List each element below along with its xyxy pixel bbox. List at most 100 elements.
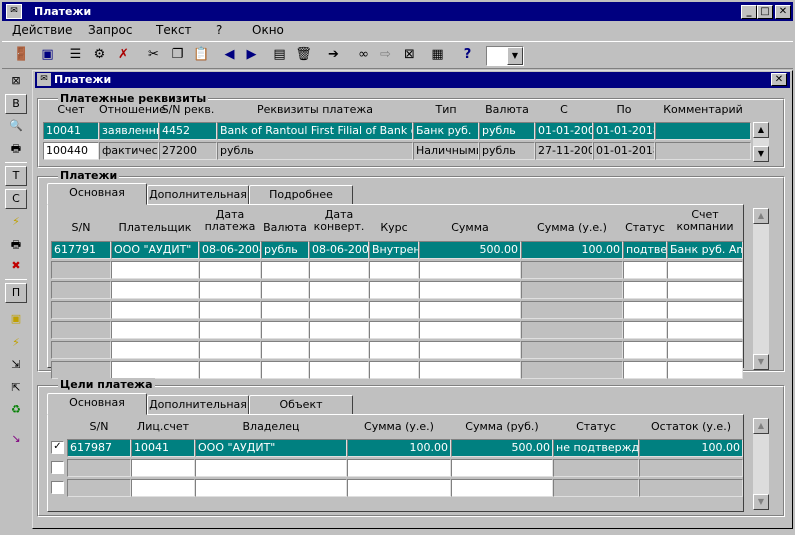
req-cell[interactable]: 100440	[43, 142, 99, 160]
empty-cell[interactable]	[419, 301, 521, 319]
scroll-up-icon[interactable]: ▲	[753, 418, 769, 434]
empty-cell[interactable]	[369, 341, 419, 359]
empty-cell[interactable]	[419, 261, 521, 279]
tab-purposes-extra[interactable]: Дополнительная	[147, 395, 249, 415]
empty-cell[interactable]	[623, 301, 667, 319]
empty-cell[interactable]	[419, 281, 521, 299]
app-icon[interactable]: ✉	[6, 4, 22, 19]
pay-cell[interactable]: Внутренн	[369, 241, 419, 259]
lightning-icon[interactable]: ⚡	[5, 213, 27, 233]
pay-cell[interactable]: 08-06-2004	[309, 241, 369, 259]
tab-purposes-main[interactable]: Основная	[47, 393, 147, 415]
import-icon[interactable]: ⇱	[5, 379, 27, 399]
empty-cell[interactable]	[369, 281, 419, 299]
req-cell[interactable]	[655, 122, 751, 140]
empty-cell[interactable]	[667, 341, 743, 359]
empty-cell[interactable]	[521, 261, 623, 279]
pay-cell[interactable]: 08-06-2004	[199, 241, 261, 259]
pay-cell[interactable]: 500.00	[419, 241, 521, 259]
scroll-down-icon[interactable]: ▼	[753, 146, 769, 162]
empty-cell[interactable]	[195, 479, 347, 497]
row-checkbox[interactable]	[51, 461, 64, 474]
req-cell[interactable]: Наличными	[413, 142, 479, 160]
req-cell[interactable]: рубль	[479, 122, 535, 140]
req-cell[interactable]: заявленны	[99, 122, 159, 140]
left-tool-t[interactable]: Т	[5, 166, 27, 186]
tab-payments-extra[interactable]: Дополнительная	[147, 185, 249, 205]
tab-payments-main[interactable]: Основная	[47, 183, 147, 205]
query-options-icon[interactable]: ⚙	[88, 45, 111, 67]
empty-cell[interactable]	[51, 361, 111, 379]
empty-cell[interactable]	[369, 261, 419, 279]
empty-cell[interactable]	[199, 341, 261, 359]
empty-cell[interactable]	[451, 479, 553, 497]
empty-cell[interactable]	[111, 321, 199, 339]
empty-cell[interactable]	[667, 301, 743, 319]
left-tool-p[interactable]: П	[5, 283, 27, 303]
empty-cell[interactable]	[309, 281, 369, 299]
move-arrow-icon[interactable]: ⇨	[374, 45, 397, 67]
maximize-button[interactable]: □	[757, 5, 773, 19]
trash-icon[interactable]: 🗑	[292, 45, 315, 67]
empty-cell[interactable]	[111, 361, 199, 379]
scroll-up-icon[interactable]: ▲	[753, 208, 769, 224]
empty-cell[interactable]	[67, 479, 131, 497]
goto-arrow-icon[interactable]: ➔	[322, 45, 345, 67]
empty-cell[interactable]	[419, 361, 521, 379]
pay-cell[interactable]: ООО "АУДИТ"	[111, 241, 199, 259]
empty-cell[interactable]	[347, 459, 451, 477]
query-delete-icon[interactable]: ✗	[112, 45, 135, 67]
tab-purposes-object[interactable]: Объект	[249, 395, 353, 415]
left-tool-v[interactable]: В	[5, 94, 27, 114]
save-icon[interactable]: ▣	[5, 310, 27, 330]
empty-cell[interactable]	[111, 281, 199, 299]
empty-cell[interactable]	[261, 341, 309, 359]
purpose-cell[interactable]: ООО "АУДИТ"	[195, 439, 347, 457]
req-cell[interactable]: Банк руб.	[413, 122, 479, 140]
export-icon[interactable]: ⇲	[5, 356, 27, 376]
purpose-cell[interactable]: 617987	[67, 439, 131, 457]
pay-cell[interactable]: подтвер	[623, 241, 667, 259]
inner-close-button[interactable]: ✕	[771, 73, 787, 86]
pay-cell[interactable]: 617791	[51, 241, 111, 259]
empty-cell[interactable]	[667, 321, 743, 339]
empty-cell[interactable]	[199, 321, 261, 339]
purpose-cell[interactable]: 100.00	[639, 439, 743, 457]
req-cell[interactable]: 27200	[159, 142, 217, 160]
req-cell[interactable]: 4452	[159, 122, 217, 140]
payments-scrollbar[interactable]: ▲ ▼	[753, 208, 769, 370]
empty-cell[interactable]	[199, 281, 261, 299]
printer-icon[interactable]: 🖶	[5, 140, 27, 160]
close-doc-icon[interactable]: ⊠	[398, 45, 421, 67]
help-icon[interactable]: ?	[456, 45, 479, 67]
save-disk-icon[interactable]: ▣	[36, 45, 59, 67]
req-cell[interactable]: фактическ	[99, 142, 159, 160]
empty-cell[interactable]	[261, 301, 309, 319]
toolbar-combo[interactable]: ▼	[486, 46, 524, 66]
empty-cell[interactable]	[623, 281, 667, 299]
scroll-down-icon[interactable]: ▼	[753, 354, 769, 370]
req-cell[interactable]: рубль	[217, 142, 413, 160]
empty-cell[interactable]	[623, 341, 667, 359]
empty-cell[interactable]	[199, 361, 261, 379]
empty-cell[interactable]	[199, 261, 261, 279]
req-cell[interactable]: 01-01-2018	[593, 142, 655, 160]
empty-cell[interactable]	[553, 479, 639, 497]
req-cell[interactable]	[655, 142, 751, 160]
empty-cell[interactable]	[261, 321, 309, 339]
report-icon[interactable]: ▦	[426, 45, 449, 67]
purpose-cell[interactable]: 500.00	[451, 439, 553, 457]
empty-cell[interactable]	[369, 361, 419, 379]
req-cell[interactable]: 01-01-2001	[535, 122, 593, 140]
empty-cell[interactable]	[261, 361, 309, 379]
row-checkbox[interactable]: ✓	[51, 441, 64, 454]
empty-cell[interactable]	[623, 361, 667, 379]
row-checkbox[interactable]	[51, 481, 64, 494]
clipboard-icon[interactable]: ▤	[268, 45, 291, 67]
tab-payments-details[interactable]: Подробнее	[249, 185, 353, 205]
empty-cell[interactable]	[521, 301, 623, 319]
empty-cell[interactable]	[111, 341, 199, 359]
req-cell[interactable]: 27-11-2000	[535, 142, 593, 160]
empty-cell[interactable]	[553, 459, 639, 477]
empty-cell[interactable]	[667, 281, 743, 299]
